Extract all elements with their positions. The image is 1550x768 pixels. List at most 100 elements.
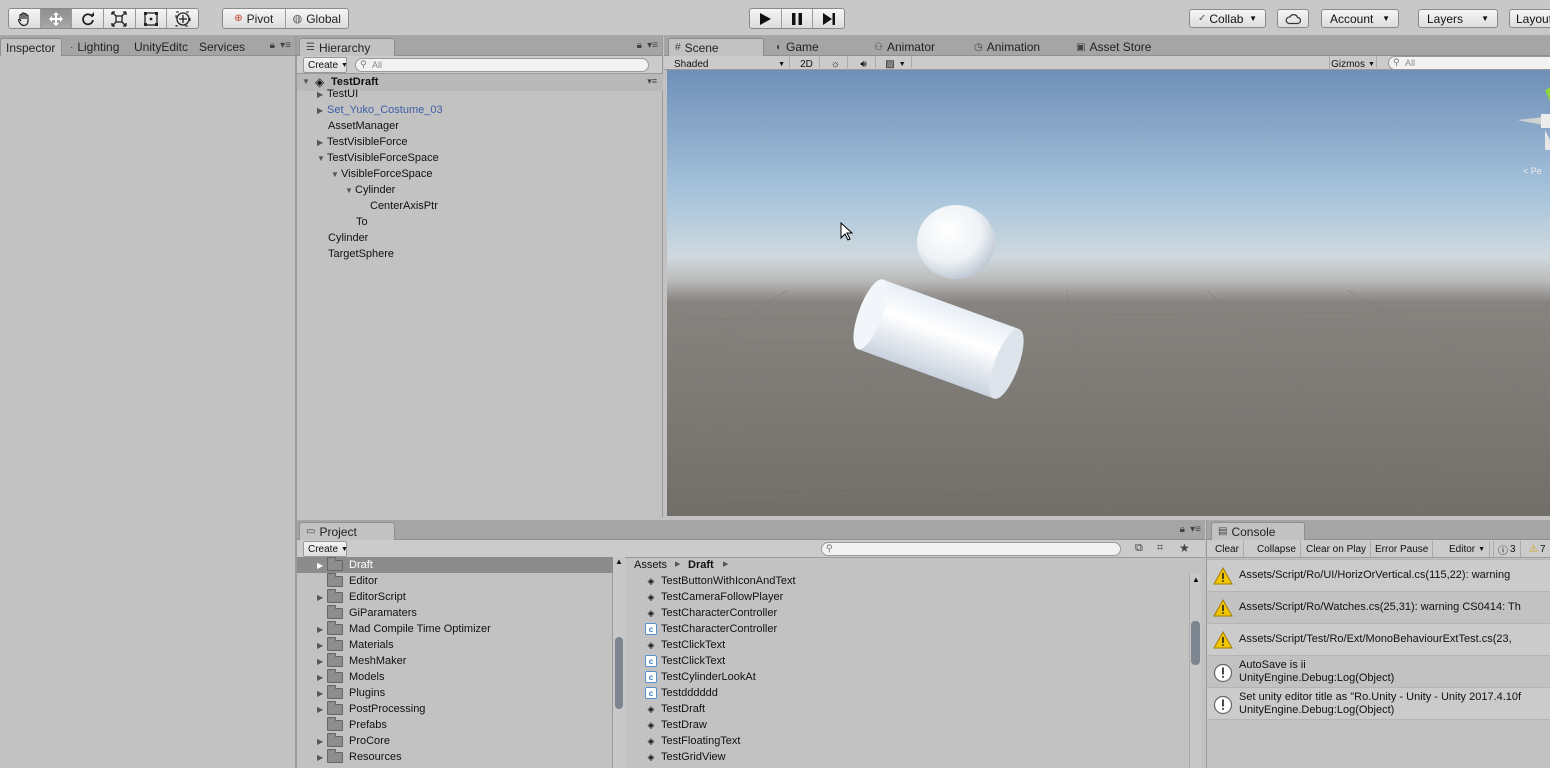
collapse-button[interactable]: Collapse	[1253, 541, 1301, 557]
layers-dropdown[interactable]: Layers ▼	[1418, 9, 1498, 28]
tab-inspector[interactable]: Inspector	[0, 38, 62, 56]
info-filter-toggle[interactable]: ⓘ 3	[1493, 541, 1521, 557]
folder-item[interactable]: ▶ ProCore	[317, 732, 390, 749]
folder-item[interactable]: ▶ Mad Compile Time Optimizer	[317, 620, 491, 637]
asset-item[interactable]: ◈ TestButtonWithIconAndText	[645, 573, 796, 589]
tab-scene[interactable]: # Scene	[668, 38, 764, 56]
folder-item[interactable]: ▶ EditorScript	[317, 588, 406, 605]
expand-right-icon[interactable]: ▶	[317, 625, 327, 634]
folder-item[interactable]: ▶ Materials	[317, 636, 394, 653]
expand-right-icon[interactable]: ▶	[317, 138, 327, 147]
expand-right-icon[interactable]: ▶	[317, 689, 327, 698]
step-button[interactable]	[813, 9, 844, 28]
project-create-dropdown[interactable]: Create ▼	[303, 541, 348, 557]
hierarchy-item[interactable]: TargetSphere	[328, 246, 394, 262]
cylinder-object[interactable]	[846, 275, 1030, 402]
scene-search-input[interactable]: ⚲ All	[1388, 56, 1550, 70]
scene-menu-icon[interactable]: ▾≡	[647, 76, 657, 87]
folder-item[interactable]: ▶ Models	[317, 668, 384, 685]
expand-down-icon[interactable]: ▼	[345, 186, 355, 195]
folder-item[interactable]: ▶ MeshMaker	[317, 652, 406, 669]
tab-animator[interactable]: ⚇ Animator	[868, 38, 941, 56]
account-dropdown[interactable]: Account ▼	[1321, 9, 1399, 28]
tab-game[interactable]: ◐ Game	[770, 38, 825, 56]
scale-tool-button[interactable]	[104, 9, 136, 28]
tab-animation[interactable]: ◷ Animation	[968, 38, 1046, 56]
global-button[interactable]: ◍ Global	[286, 9, 349, 28]
filter-by-type-icon[interactable]: ⧉	[1135, 542, 1143, 555]
tab-unity-editor[interactable]: UnityEditc	[128, 38, 194, 56]
hierarchy-item[interactable]: ▼ TestVisibleForceSpace	[317, 150, 439, 166]
expand-right-icon[interactable]: ▶	[317, 705, 327, 714]
folder-item[interactable]: ▶ PostProcessing	[317, 700, 425, 717]
hierarchy-item[interactable]: ▼ VisibleForceSpace	[331, 166, 433, 182]
expand-down-icon[interactable]: ▼	[302, 77, 312, 86]
pause-button[interactable]	[782, 9, 814, 28]
filter-by-label-icon[interactable]: ⌗	[1157, 542, 1163, 555]
expand-right-icon[interactable]: ▶	[317, 593, 327, 602]
asset-item[interactable]: c TestCharacterController	[645, 621, 777, 637]
hierarchy-item[interactable]: ▼ Cylinder	[345, 182, 395, 198]
panel-menu-icon[interactable]: ▾≡	[647, 40, 658, 51]
play-button[interactable]	[750, 9, 782, 28]
scrollbar-thumb[interactable]	[615, 637, 623, 709]
folder-item[interactable]: ▶ Resources	[317, 748, 402, 765]
expand-right-icon[interactable]: ▶	[317, 561, 327, 570]
project-search-input[interactable]: ⚲	[821, 542, 1121, 556]
asset-item[interactable]: ◈ TestCharacterController	[645, 605, 778, 621]
hierarchy-search-input[interactable]: ⚲ All	[355, 58, 649, 72]
asset-list-scrollbar[interactable]: ▲	[1189, 573, 1201, 768]
tab-console[interactable]: ▤ Console	[1211, 522, 1305, 540]
hierarchy-item[interactable]: AssetManager	[328, 118, 399, 134]
move-tool-button[interactable]	[40, 9, 73, 28]
favorites-star-icon[interactable]: ★	[1179, 541, 1190, 555]
hierarchy-item[interactable]: Cylinder	[328, 230, 368, 246]
scene-viewport[interactable]: < Pe	[667, 70, 1550, 516]
folder-item[interactable]: Editor	[327, 572, 378, 589]
hierarchy-item[interactable]: CenterAxisPtr	[370, 198, 438, 214]
expand-down-icon[interactable]: ▼	[331, 170, 341, 179]
folder-item[interactable]: GiParamaters	[327, 604, 417, 621]
error-pause-button[interactable]: Error Pause	[1371, 541, 1434, 557]
target-sphere[interactable]	[917, 205, 995, 279]
expand-right-icon[interactable]: ▶	[317, 641, 327, 650]
hierarchy-item[interactable]: ▶ TestUI	[317, 86, 358, 102]
rect-tool-button[interactable]	[136, 9, 168, 28]
breadcrumb-item[interactable]: Draft	[688, 559, 714, 571]
expand-right-icon[interactable]: ▶	[317, 657, 327, 666]
pivot-button[interactable]: ⊕ Pivot	[223, 9, 286, 28]
collab-dropdown[interactable]: ✓ Collab ▼	[1189, 9, 1266, 28]
folder-item[interactable]: ▶ Plugins	[317, 684, 385, 701]
tab-project[interactable]: ▭ Project	[299, 522, 395, 540]
tab-hierarchy[interactable]: ☰ Hierarchy	[299, 38, 395, 56]
expand-right-icon[interactable]: ▶	[317, 673, 327, 682]
asset-item[interactable]: ◈ TestDraw	[645, 717, 707, 733]
expand-right-icon[interactable]: ▶	[317, 106, 327, 115]
scrollbar-thumb[interactable]	[1191, 621, 1200, 665]
panel-menu-icon[interactable]: ▾≡	[1190, 524, 1201, 535]
transform-tool-button[interactable]	[167, 9, 198, 28]
scroll-up-icon[interactable]: ▲	[1192, 575, 1200, 584]
lock-icon[interactable]: 🔒︎	[270, 40, 275, 51]
cloud-button[interactable]	[1277, 9, 1309, 28]
rotate-tool-button[interactable]	[72, 9, 105, 28]
asset-item[interactable]: ◈ TestCameraFollowPlayer	[645, 589, 784, 605]
hierarchy-item[interactable]: To	[356, 214, 368, 230]
scene-orientation-gizmo[interactable]: < Pe	[1515, 80, 1550, 190]
clear-button[interactable]: Clear	[1211, 541, 1244, 557]
tab-lighting[interactable]: · Lighting	[64, 38, 125, 56]
lock-icon[interactable]: 🔒︎	[1180, 524, 1185, 535]
asset-item[interactable]: ◈ TestFloatingText	[645, 733, 741, 749]
hand-tool-button[interactable]	[9, 9, 41, 28]
hierarchy-create-dropdown[interactable]: Create ▼	[303, 57, 348, 73]
asset-item[interactable]: ◈ TestClickText	[645, 637, 726, 653]
hierarchy-item[interactable]: ▶ Set_Yuko_Costume_03	[317, 102, 443, 118]
tab-asset-store[interactable]: ▣ Asset Store	[1070, 38, 1157, 56]
expand-right-icon[interactable]: ▶	[317, 753, 327, 762]
tab-services[interactable]: Services	[193, 38, 251, 56]
log-row[interactable]: Assets/Script/Ro/UI/HorizOrVertical.cs(1…	[1207, 560, 1550, 592]
editor-dropdown[interactable]: Editor ▼	[1445, 541, 1491, 557]
warning-filter-toggle[interactable]: ⚠ 7	[1525, 541, 1550, 557]
asset-item[interactable]: c Testdddddd	[645, 685, 718, 701]
log-row[interactable]: AutoSave is ii UnityEngine.Debug:Log(Obj…	[1207, 656, 1550, 688]
